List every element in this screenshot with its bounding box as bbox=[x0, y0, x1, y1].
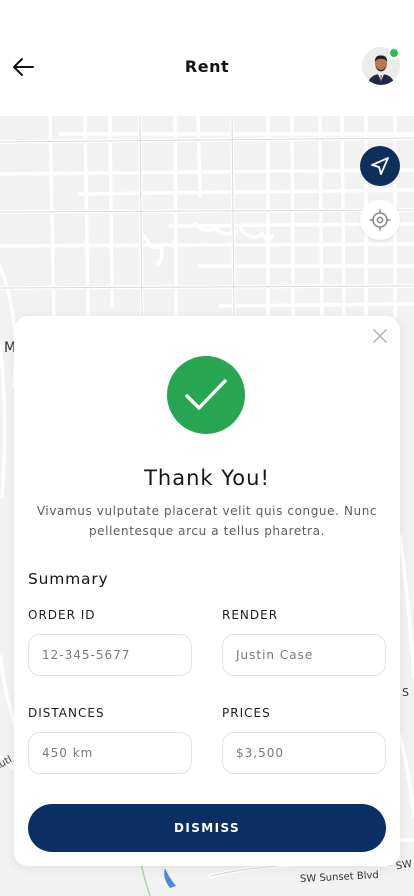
navigation-arrow-icon bbox=[371, 157, 389, 175]
page-title: Rent bbox=[184, 57, 230, 76]
modal-title: Thank You! bbox=[144, 466, 270, 490]
dismiss-button[interactable]: DISMISS bbox=[28, 804, 386, 852]
render-label: RENDER bbox=[222, 608, 279, 622]
prices-field[interactable]: $3,500 bbox=[222, 732, 386, 774]
map-label-right: S bbox=[402, 686, 409, 699]
app-header: Rent bbox=[0, 0, 414, 116]
distances-label: DISTANCES bbox=[28, 706, 105, 720]
online-status-dot bbox=[388, 47, 400, 59]
success-badge bbox=[167, 356, 245, 434]
summary-heading: Summary bbox=[28, 570, 109, 588]
close-button[interactable] bbox=[370, 326, 390, 346]
crosshair-target-icon bbox=[369, 209, 391, 231]
locate-me-button[interactable] bbox=[360, 200, 400, 240]
thank-you-modal: Thank You! Vivamus vulputate placerat ve… bbox=[14, 316, 400, 866]
distances-field[interactable]: 450 km bbox=[28, 732, 192, 774]
order-id-label: ORDER ID bbox=[28, 608, 96, 622]
checkmark-icon bbox=[185, 379, 227, 410]
render-field[interactable]: Justin Case bbox=[222, 634, 386, 676]
prices-label: PRICES bbox=[222, 706, 271, 720]
order-id-field[interactable]: 12-345-5677 bbox=[28, 634, 192, 676]
navigate-button[interactable] bbox=[360, 146, 400, 186]
close-icon bbox=[373, 329, 387, 343]
modal-description: Vivamus vulputate placerat velit quis co… bbox=[36, 504, 378, 538]
